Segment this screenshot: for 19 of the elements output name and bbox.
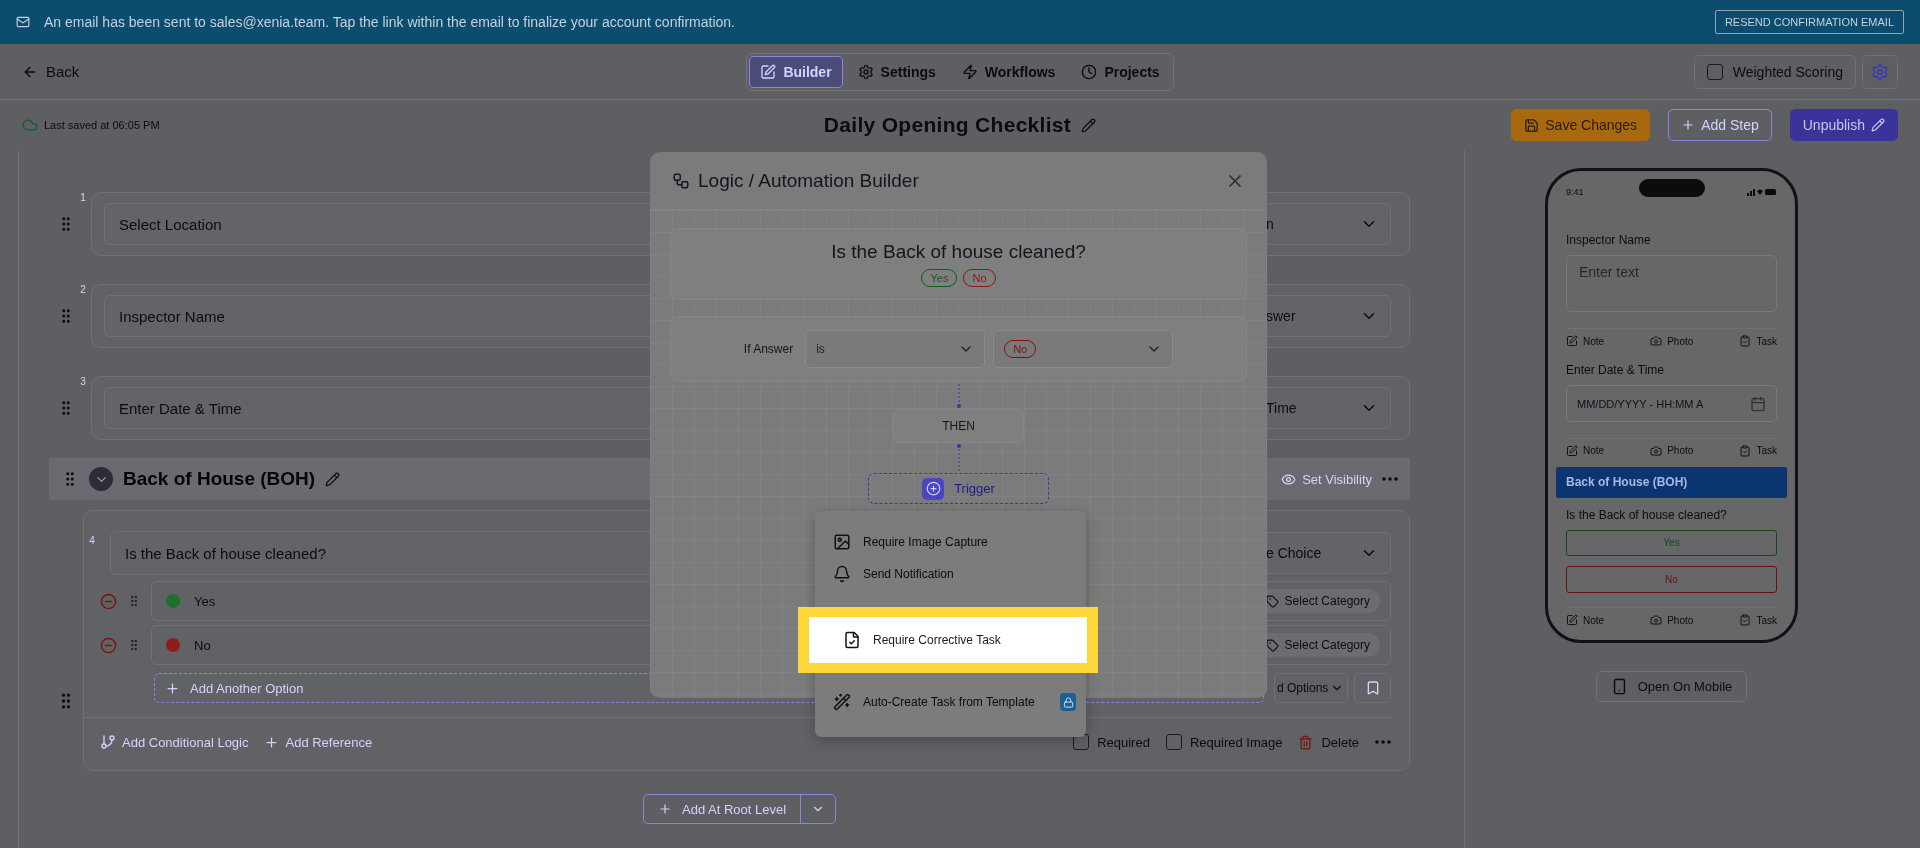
banner-message: An email has been sent to sales@xenia.team. Tap the link within the email to finalize your account confirmation. (44, 14, 735, 30)
option-label: No (194, 637, 211, 653)
question-number: 1 (79, 192, 87, 203)
condition-label: If Answer (743, 342, 794, 356)
section-title: Back of House (BOH) (123, 468, 316, 490)
status-time: 9:41 (1566, 186, 1584, 197)
field-label: Inspector Name (1566, 232, 1652, 247)
last-saved-text: Last saved at 06:05 PM (44, 119, 160, 131)
then-node: THEN (893, 409, 1024, 443)
modal-title: Logic / Automation Builder (698, 169, 919, 192)
option-label: Yes (194, 593, 216, 609)
checklist-title: Daily Opening Checklist (823, 113, 1072, 137)
section-banner: Back of House (BOH) (1556, 466, 1787, 498)
question-number: 4 (88, 535, 96, 546)
question-number: 2 (79, 284, 87, 295)
question-number: 3 (79, 376, 87, 387)
field-label: Enter Date & Time (1566, 363, 1666, 378)
question-text: Is the Back of house cleaned? (831, 241, 1086, 263)
field-label: Is the Back of house cleaned? (1566, 507, 1728, 522)
